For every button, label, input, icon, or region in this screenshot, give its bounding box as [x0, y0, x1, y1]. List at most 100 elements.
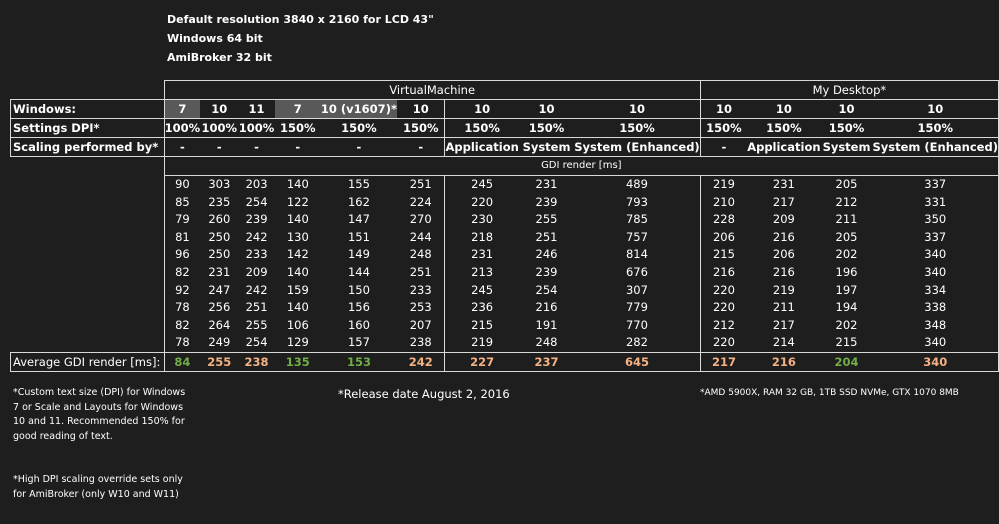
dpi-cell: 150%: [274, 118, 321, 138]
value-cell: 140: [286, 264, 309, 279]
release-footnote: *Release date August 2, 2016: [338, 387, 510, 401]
value-cell: 307: [625, 282, 648, 297]
scaling-cell: -: [200, 137, 239, 157]
value-cell: 253: [409, 300, 432, 315]
value-cell: 160: [347, 317, 370, 332]
value-cell: 239: [245, 212, 268, 227]
value-cell: 151: [347, 229, 370, 244]
average-cell: 242: [396, 351, 445, 372]
value-cell: 150: [347, 282, 370, 297]
average-label: Average GDI render [ms]:: [10, 351, 165, 372]
value-cell: 219: [772, 282, 795, 297]
value-cell: 219: [444, 334, 519, 353]
value-cell: 239: [535, 194, 558, 209]
value-cell: 254: [245, 335, 268, 350]
value-cell: 340: [872, 263, 999, 282]
value-cell: 140: [286, 177, 309, 191]
value-cell: 162: [347, 194, 370, 209]
value-cell: 219: [699, 175, 748, 194]
gdi-label: GDI render [ms]: [163, 156, 999, 176]
value-cell: 206: [699, 228, 748, 247]
scaling-row: Scaling performed by* - - - - - - Application Sy…: [10, 137, 999, 157]
value-cell: 159: [286, 282, 309, 297]
value-cell: 340: [872, 334, 999, 353]
scaling-cell: System: [518, 137, 575, 157]
value-cell: 248: [535, 335, 558, 350]
resolution-heading: Default resolution 3840 x 2160 for LCD 4…: [167, 13, 434, 26]
scaling-cell: System (Enhanced): [872, 137, 999, 157]
blank-cell: [11, 282, 165, 300]
value-cell: 144: [347, 264, 370, 279]
windows-label: Windows:: [10, 99, 165, 119]
dpi-cell: 150%: [444, 118, 519, 138]
average-row: Average GDI render [ms]: 84 255 238 135 153 24…: [10, 351, 999, 372]
value-cell: 230: [444, 211, 519, 229]
blank-cell: [11, 299, 165, 317]
value-cell: 260: [208, 212, 231, 227]
value-cell: 85: [163, 193, 201, 212]
value-cell: 122: [286, 194, 309, 209]
value-cell: 250: [208, 229, 231, 244]
windows-cell: 11: [238, 99, 275, 119]
value-cell: 216: [772, 264, 795, 279]
value-cell: 242: [245, 282, 268, 297]
value-cell: 757: [625, 229, 648, 244]
value-cell: 338: [872, 299, 999, 317]
value-cell: 233: [245, 247, 268, 262]
os-heading: Windows 64 bit: [167, 32, 263, 45]
value-cell: 211: [772, 300, 795, 315]
dpi-cell: 150%: [747, 118, 821, 138]
value-cell: 254: [535, 282, 558, 297]
value-cell: 331: [872, 193, 999, 212]
dpi-cell: 150%: [396, 118, 445, 138]
average-cell: 153: [320, 351, 397, 372]
value-cell: 149: [347, 247, 370, 262]
page-header: Default resolution 3840 x 2160 for LCD 4…: [167, 10, 434, 67]
dpi-cell: 100%: [163, 118, 201, 138]
value-cell: 236: [444, 299, 519, 317]
dpi-cell: 150%: [699, 118, 748, 138]
value-cell: 251: [409, 264, 432, 279]
value-cell: 156: [347, 300, 370, 315]
scaling-cell: -: [238, 137, 275, 157]
value-cell: 251: [535, 229, 558, 244]
value-cell: 82: [163, 263, 201, 282]
dpi-cell: 150%: [320, 118, 397, 138]
value-cell: 220: [699, 334, 748, 353]
average-cell: 217: [699, 351, 748, 372]
average-cell: 227: [444, 351, 519, 372]
windows-cell: 10: [200, 99, 239, 119]
group-vm: VirtualMachine: [163, 80, 701, 100]
table-row: 81 250 242 130 151 244 218 251 757 206 216 205 337: [11, 228, 999, 247]
value-cell: 254: [245, 194, 268, 209]
value-cell: 270: [409, 212, 432, 227]
dpi-cell: 150%: [820, 118, 873, 138]
table-row: 92 247 242 159 150 233 245 254 307 220 219 197 334: [11, 281, 999, 300]
value-cell: 129: [286, 335, 309, 350]
value-cell: 215: [835, 335, 858, 350]
value-cell: 90: [163, 175, 201, 194]
value-cell: 785: [625, 212, 648, 227]
dpi-cell: 100%: [238, 118, 275, 138]
value-cell: 213: [444, 263, 519, 282]
value-cell: 214: [772, 335, 795, 350]
value-cell: 793: [625, 194, 648, 209]
dpi-cell: 150%: [872, 118, 999, 138]
scaling-cell: Application: [444, 137, 519, 157]
value-cell: 231: [444, 246, 519, 264]
average-cell: 84: [163, 351, 201, 372]
value-cell: 78: [163, 299, 201, 317]
value-cell: 205: [835, 177, 858, 191]
group-desktop: My Desktop*: [699, 80, 999, 100]
scaling-cell: -: [699, 137, 748, 157]
scaling-cell: -: [320, 137, 397, 157]
value-cell: 203: [245, 177, 268, 191]
average-cell: 216: [747, 351, 821, 372]
scaling-cell: -: [274, 137, 321, 157]
value-cell: 157: [347, 335, 370, 350]
override-footnote: *High DPI scaling override sets only for…: [13, 474, 183, 500]
value-cell: 303: [208, 177, 231, 191]
table-row: 78 256 251 140 156 253 236 216 779 220 211 194 338: [11, 299, 999, 317]
value-cell: 348: [872, 316, 999, 335]
value-cell: 217: [772, 194, 795, 209]
